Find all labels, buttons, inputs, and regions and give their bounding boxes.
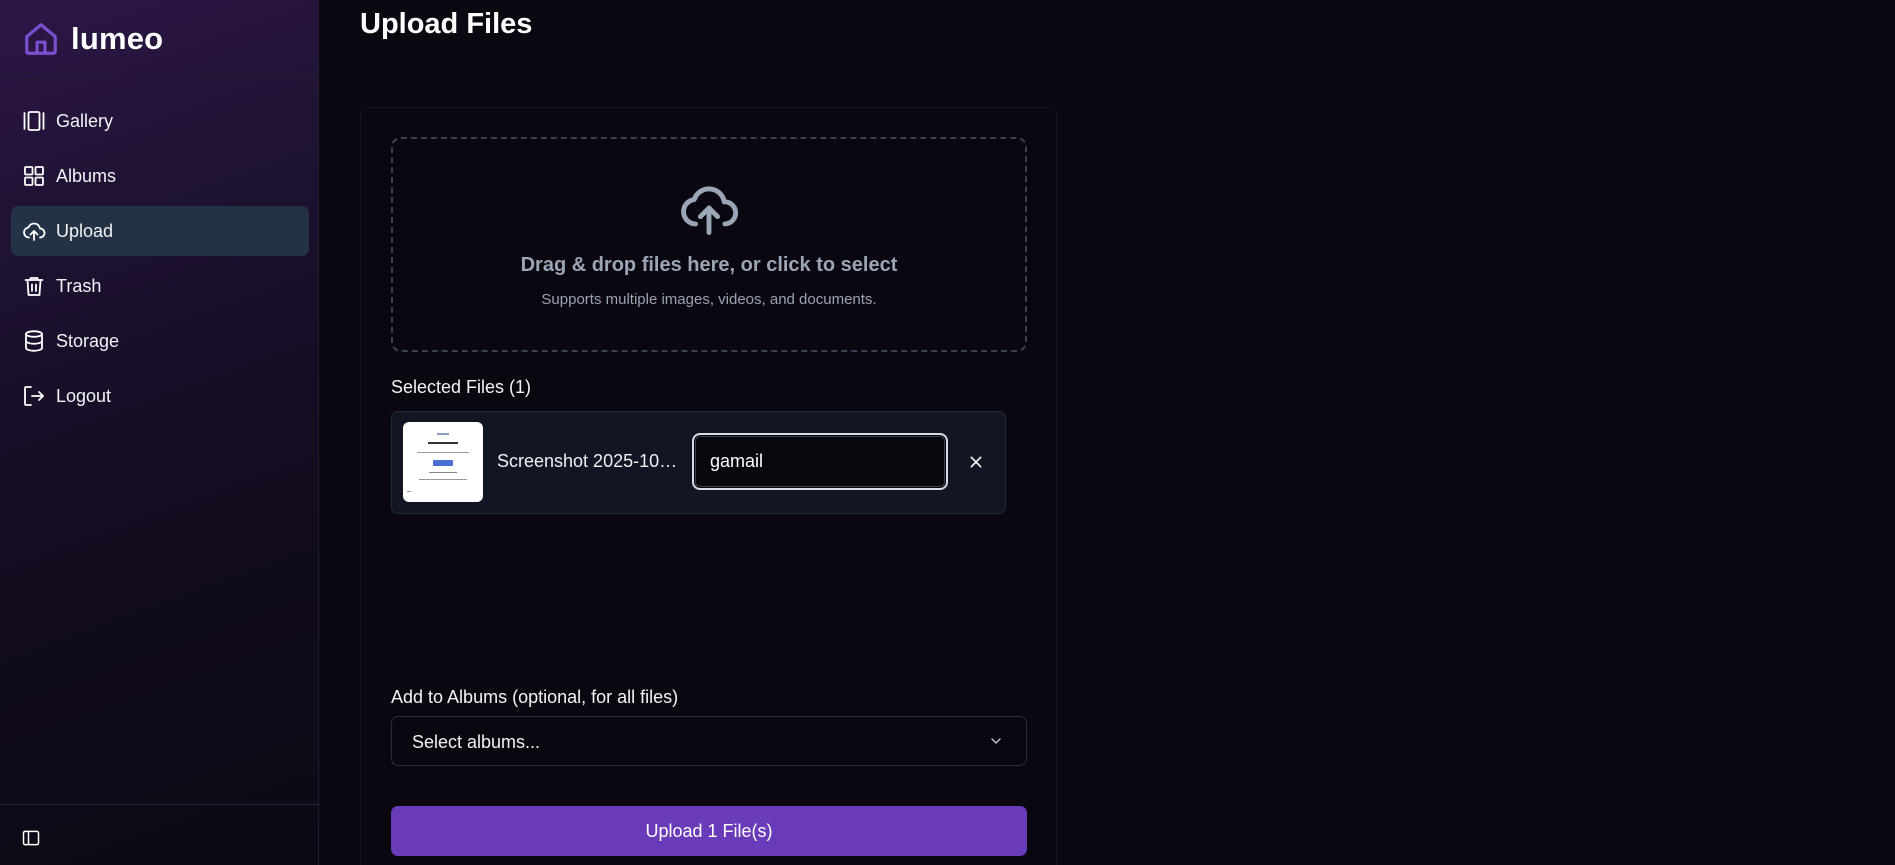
dropzone-subtitle: Supports multiple images, videos, and do… (541, 291, 877, 308)
sidebar-item-logout[interactable]: Logout (11, 371, 309, 421)
page-title: Upload Files (360, 8, 533, 40)
file-thumbnail (403, 422, 483, 502)
sidebar-item-gallery[interactable]: Gallery (11, 96, 309, 146)
cloud-upload-icon (21, 219, 46, 244)
close-icon[interactable] (964, 450, 988, 474)
home-icon (22, 20, 60, 58)
dropzone[interactable]: Drag & drop files here, or click to sele… (391, 137, 1027, 352)
trash-icon (21, 274, 46, 299)
file-name: Screenshot 2025-10-… (497, 451, 682, 471)
albums-select-value: Select albums... (412, 732, 541, 752)
sidebar-item-storage[interactable]: Storage (11, 316, 309, 366)
selected-files-label: Selected Files (1) (391, 377, 532, 397)
dropzone-title: Drag & drop files here, or click to sele… (520, 254, 898, 276)
sidebar-item-upload[interactable]: Upload (11, 206, 309, 256)
sidebar-footer (0, 804, 319, 865)
albums-select[interactable]: Select albums... (391, 716, 1027, 766)
cloud-upload-icon (679, 181, 739, 236)
sidebar-item-label: Upload (56, 220, 114, 241)
sidebar-item-albums[interactable]: Albums (11, 151, 309, 201)
file-rename-input[interactable] (692, 433, 948, 490)
file-row: Screenshot 2025-10-… (391, 411, 1006, 514)
sidebar-item-trash[interactable]: Trash (11, 261, 309, 311)
sidebar-item-label: Storage (56, 330, 120, 351)
sidebar-item-label: Logout (56, 385, 112, 406)
upload-button[interactable]: Upload 1 File(s) (391, 806, 1027, 856)
database-icon (21, 329, 46, 354)
albums-label: Add to Albums (optional, for all files) (391, 687, 679, 707)
brand[interactable]: lumeo (0, 0, 319, 79)
chevron-down-icon (988, 733, 1004, 749)
sidebar-item-label: Trash (56, 275, 102, 296)
logout-icon (21, 384, 46, 409)
grid-icon (21, 164, 46, 189)
sidebar-nav: Gallery Albums Upload Trash Storage Logo… (11, 96, 309, 426)
gallery-icon (21, 109, 46, 134)
sidebar: lumeo Gallery Albums Upload Trash Storag… (0, 0, 319, 865)
sidebar-item-label: Albums (56, 165, 117, 186)
app-name: lumeo (71, 21, 164, 56)
sidebar-toggle-icon[interactable] (20, 827, 42, 849)
sidebar-item-label: Gallery (56, 110, 114, 131)
